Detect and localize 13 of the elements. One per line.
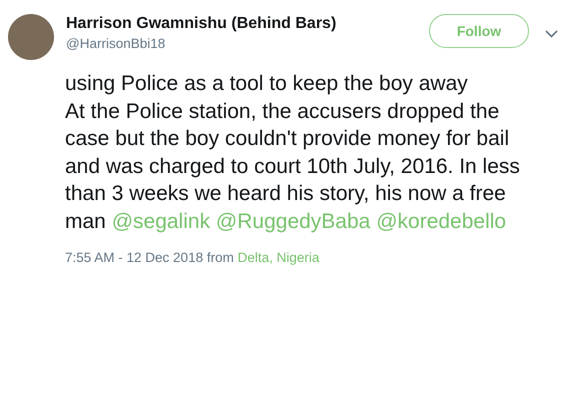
location-link[interactable]: Delta, Nigeria bbox=[238, 250, 320, 265]
follow-button[interactable]: Follow bbox=[429, 14, 529, 48]
tweet-text: using Police as a tool to keep the boy away bbox=[65, 71, 469, 97]
from-label: from bbox=[206, 250, 234, 265]
caret-icon[interactable] bbox=[545, 30, 558, 38]
tweet-text: At the Police station, the accusers dropped the case but the boy couldn't provide money for bail and was charged to court 10th July, 2016. In less than 3 weeks we heard his story, his now a free man @segalink @RuggedyBaba @koredebello bbox=[65, 98, 521, 234]
avatar-photo-placeholder bbox=[8, 14, 54, 60]
mention-link[interactable]: @RuggedyBaba bbox=[216, 210, 370, 232]
mention-link[interactable]: @koredebello bbox=[376, 210, 506, 232]
mention-link[interactable]: @segalink bbox=[112, 210, 210, 232]
author-name: Harrison Gwamnishu (Behind Bars) bbox=[66, 15, 338, 33]
author-handle: @HarrisonBbi18 bbox=[66, 36, 166, 51]
tweet-timestamp: 7:55 AM - 12 Dec 2018 bbox=[65, 250, 204, 265]
